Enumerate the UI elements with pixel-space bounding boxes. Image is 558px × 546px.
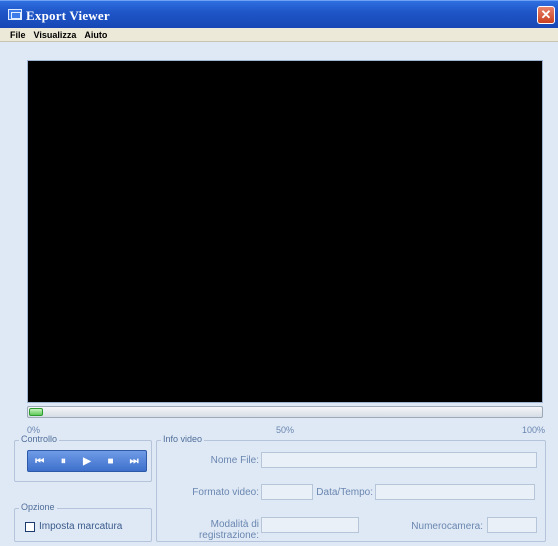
menu-bar: File Visualizza Aiuto [0, 28, 558, 42]
marking-checkbox[interactable] [25, 521, 35, 532]
recording-mode-field [261, 517, 359, 533]
format-label: Formato video: [192, 487, 259, 498]
recording-mode-label-line2: registrazione: [198, 530, 259, 541]
playback-toolbar: ⏮ ⏸ ▶ ■ ⏭ [27, 450, 147, 472]
recording-mode-label-line1: Modalità di [210, 519, 259, 530]
window-title: Export Viewer [26, 8, 110, 23]
file-name-label: Nome File: [210, 455, 259, 466]
play-icon[interactable]: ▶ [76, 452, 98, 470]
app-window-icon [8, 9, 22, 20]
scale-label-mid: 50% [276, 425, 295, 435]
progress-handle[interactable] [29, 408, 43, 416]
marking-option[interactable]: Imposta marcatura [25, 521, 122, 532]
stop-icon[interactable]: ■ [100, 452, 122, 470]
skip-forward-icon[interactable]: ⏭ [123, 452, 145, 470]
close-button[interactable]: ✕ [537, 6, 555, 24]
video-info-group-label: Info video [161, 434, 205, 444]
controls-group-label: Controllo [19, 434, 60, 444]
menu-aiuto[interactable]: Aiuto [84, 28, 107, 41]
video-display[interactable] [27, 60, 543, 403]
options-group: Opzione Imposta marcatura [14, 502, 152, 542]
camera-number-label: Numerocamera: [411, 521, 483, 532]
datetime-field [375, 484, 535, 500]
marking-checkbox-label: Imposta marcatura [39, 521, 123, 532]
skip-back-icon[interactable]: ⏮ [29, 452, 51, 470]
menu-visualizza[interactable]: Visualizza [34, 28, 77, 41]
format-field [261, 484, 313, 500]
pause-icon[interactable]: ⏸ [52, 452, 74, 470]
options-group-label: Opzione [19, 502, 57, 512]
playback-progress-slider[interactable] [27, 406, 543, 418]
controls-group: Controllo ⏮ ⏸ ▶ ■ ⏭ [14, 434, 152, 482]
title-bar[interactable]: Export Viewer ✕ [0, 0, 558, 28]
main-panel: 0% 50% 100% Controllo ⏮ ⏸ ▶ ■ ⏭ Opzione … [4, 42, 554, 546]
file-name-field [261, 452, 537, 468]
video-info-group: Info video Nome File: Formato video: Dat… [156, 434, 546, 542]
scale-label-end: 100% [522, 425, 546, 435]
menu-file[interactable]: File [10, 28, 26, 41]
datetime-label: Data/Tempo: [316, 487, 373, 498]
camera-number-field [487, 517, 537, 533]
